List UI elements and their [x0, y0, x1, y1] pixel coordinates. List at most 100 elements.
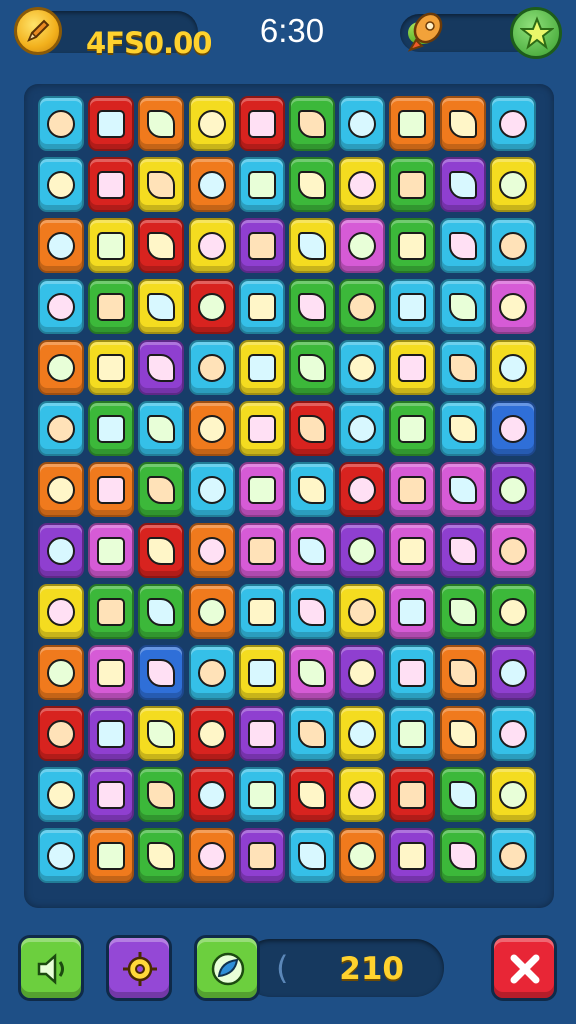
tile[interactable]: [238, 462, 285, 517]
tile[interactable]: [389, 340, 436, 395]
tile[interactable]: [138, 279, 185, 334]
tile[interactable]: [38, 96, 84, 151]
tile[interactable]: [88, 523, 135, 578]
tile[interactable]: [439, 401, 486, 456]
tile[interactable]: [238, 767, 285, 822]
tile[interactable]: [88, 157, 135, 212]
tile[interactable]: [339, 157, 386, 212]
bonus-star-button[interactable]: [510, 7, 562, 59]
tile[interactable]: [489, 401, 536, 456]
tile[interactable]: [439, 523, 486, 578]
tile[interactable]: [138, 706, 185, 761]
tile[interactable]: [88, 462, 135, 517]
tile[interactable]: [339, 96, 386, 151]
hint-button[interactable]: [194, 935, 260, 1001]
tile[interactable]: [389, 157, 436, 212]
tile[interactable]: [238, 828, 285, 883]
tile[interactable]: [38, 523, 84, 578]
tile[interactable]: [439, 96, 486, 151]
tile[interactable]: [38, 462, 84, 517]
tile[interactable]: [138, 218, 185, 273]
tile[interactable]: [288, 96, 335, 151]
tile[interactable]: [188, 218, 235, 273]
tile[interactable]: [188, 767, 235, 822]
tile[interactable]: [38, 645, 84, 700]
tile[interactable]: [188, 340, 235, 395]
tile[interactable]: [188, 645, 235, 700]
tile[interactable]: [489, 645, 536, 700]
tile[interactable]: [339, 767, 386, 822]
tile[interactable]: [188, 584, 235, 639]
tile[interactable]: [38, 218, 84, 273]
tile[interactable]: [288, 401, 335, 456]
tile[interactable]: [88, 279, 135, 334]
tile[interactable]: [339, 584, 386, 639]
tile[interactable]: [389, 767, 436, 822]
tile[interactable]: [489, 523, 536, 578]
tile[interactable]: [288, 706, 335, 761]
tile[interactable]: [489, 218, 536, 273]
tile[interactable]: [489, 706, 536, 761]
tile[interactable]: [38, 828, 84, 883]
tile[interactable]: [238, 279, 285, 334]
tile[interactable]: [238, 340, 285, 395]
tile[interactable]: [489, 157, 536, 212]
tile[interactable]: [439, 279, 486, 334]
tile[interactable]: [288, 645, 335, 700]
tile[interactable]: [188, 462, 235, 517]
tile[interactable]: [389, 279, 436, 334]
tile[interactable]: [339, 828, 386, 883]
tile[interactable]: [38, 706, 84, 761]
tile[interactable]: [238, 645, 285, 700]
tile[interactable]: [238, 96, 285, 151]
tile[interactable]: [38, 279, 84, 334]
tile[interactable]: [339, 401, 386, 456]
tile[interactable]: [389, 584, 436, 639]
tile[interactable]: [489, 279, 536, 334]
tile[interactable]: [389, 645, 436, 700]
close-button[interactable]: [491, 935, 557, 1001]
tile[interactable]: [188, 828, 235, 883]
tile[interactable]: [339, 340, 386, 395]
tile[interactable]: [489, 767, 536, 822]
tile[interactable]: [188, 523, 235, 578]
tile[interactable]: [339, 645, 386, 700]
tile[interactable]: [188, 279, 235, 334]
tile[interactable]: [138, 462, 185, 517]
tile[interactable]: [489, 584, 536, 639]
tile[interactable]: [188, 706, 235, 761]
tile[interactable]: [138, 828, 185, 883]
tile[interactable]: [138, 767, 185, 822]
tile[interactable]: [288, 523, 335, 578]
tile[interactable]: [88, 340, 135, 395]
tile[interactable]: [288, 157, 335, 212]
tile[interactable]: [188, 157, 235, 212]
tile[interactable]: [88, 401, 135, 456]
tile[interactable]: [389, 401, 436, 456]
tile[interactable]: [439, 157, 486, 212]
tile[interactable]: [138, 96, 185, 151]
tile[interactable]: [138, 523, 185, 578]
tile[interactable]: [88, 767, 135, 822]
tile[interactable]: [38, 340, 84, 395]
tile[interactable]: [138, 401, 185, 456]
tile[interactable]: [188, 96, 235, 151]
tile[interactable]: [389, 96, 436, 151]
tile[interactable]: [339, 279, 386, 334]
tile[interactable]: [439, 584, 486, 639]
tile[interactable]: [389, 218, 436, 273]
tile[interactable]: [439, 645, 486, 700]
tile[interactable]: [238, 157, 285, 212]
tile[interactable]: [339, 462, 386, 517]
tile[interactable]: [238, 706, 285, 761]
tile[interactable]: [88, 96, 135, 151]
tile[interactable]: [439, 828, 486, 883]
tile[interactable]: [288, 462, 335, 517]
tile[interactable]: [238, 401, 285, 456]
tile[interactable]: [138, 645, 185, 700]
tile[interactable]: [138, 157, 185, 212]
tile[interactable]: [389, 462, 436, 517]
tile[interactable]: [439, 462, 486, 517]
tile[interactable]: [439, 340, 486, 395]
tile[interactable]: [238, 523, 285, 578]
